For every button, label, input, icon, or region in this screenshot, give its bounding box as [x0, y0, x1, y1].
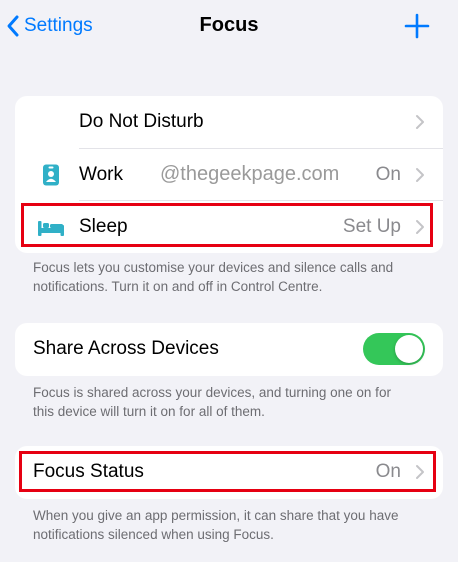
focus-status-card: Focus Status On	[15, 446, 443, 499]
chevron-right-icon	[416, 220, 424, 235]
id-badge-icon	[37, 161, 65, 189]
focus-status-label: Focus Status	[33, 461, 144, 483]
focus-modes-footer: Focus lets you customise your devices an…	[33, 260, 394, 294]
focus-status-value: On	[375, 461, 401, 483]
chevron-right-icon	[416, 465, 424, 480]
focus-mode-sleep[interactable]: Sleep Set Up	[15, 201, 443, 253]
navigation-bar: Settings Focus	[0, 0, 458, 54]
toggle-knob	[395, 335, 423, 364]
focus-mode-value: Set Up	[342, 216, 401, 238]
focus-mode-do-not-disturb[interactable]: Do Not Disturb	[15, 96, 443, 149]
plus-icon	[404, 13, 430, 39]
chevron-right-icon	[416, 167, 424, 182]
focus-mode-value: On	[375, 163, 401, 185]
add-button[interactable]	[404, 13, 430, 44]
bed-icon	[37, 213, 65, 241]
share-across-devices-row: Share Across Devices	[15, 323, 443, 376]
share-footer: Focus is shared across your devices, and…	[33, 385, 391, 419]
chevron-right-icon	[416, 115, 424, 130]
focus-mode-label: Do Not Disturb	[79, 111, 204, 133]
share-across-devices-label: Share Across Devices	[33, 338, 219, 360]
focus-status-footer: When you give an app permission, it can …	[33, 508, 399, 542]
focus-status-row[interactable]: Focus Status On	[15, 446, 443, 499]
share-across-devices-card: Share Across Devices	[15, 323, 443, 376]
watermark: @thegeekpage.com	[160, 163, 340, 185]
focus-mode-label: Work	[79, 163, 123, 185]
focus-mode-label: Sleep	[79, 216, 128, 238]
page-title: Focus	[199, 14, 259, 36]
share-across-devices-toggle[interactable]	[363, 333, 425, 366]
moon-icon	[37, 108, 65, 136]
